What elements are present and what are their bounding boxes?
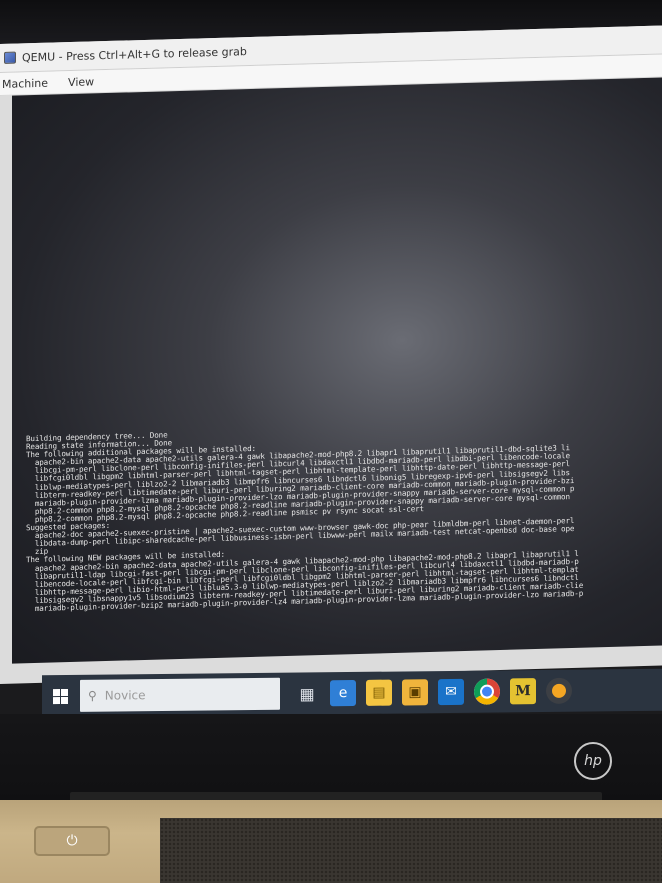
power-icon: ⏻	[66, 833, 78, 849]
file-explorer-icon[interactable]: ▤	[366, 679, 392, 706]
chrome-icon[interactable]	[474, 678, 500, 705]
hp-logo-icon: hp	[574, 742, 612, 780]
edge-icon[interactable]: e	[330, 679, 356, 707]
window-title: QEMU - Press Ctrl+Alt+G to release grab	[22, 44, 247, 64]
task-view-icon[interactable]: ▦	[294, 680, 320, 706]
start-button[interactable]	[42, 675, 78, 717]
search-placeholder: Novice	[104, 688, 146, 703]
qemu-window: QEMU - Press Ctrl+Alt+G to release grab …	[0, 25, 662, 684]
m-app-icon[interactable]: M	[510, 678, 536, 705]
speaker-grille-pattern	[160, 818, 662, 883]
windows-icon	[52, 688, 68, 704]
laptop-bezel-bottom	[0, 714, 662, 804]
terminal-output: Building dependency tree... Done Reading …	[26, 418, 662, 614]
menu-machine[interactable]: Machine	[0, 76, 50, 90]
vm-display[interactable]: Building dependency tree... Done Reading …	[12, 77, 662, 664]
menu-view[interactable]: View	[66, 75, 96, 89]
store-icon[interactable]: ▣	[402, 679, 428, 706]
windows-taskbar: ⚲ Novice ▦ e ▤ ▣ ✉ M	[42, 668, 662, 718]
taskbar-pinned-apps: ▦ e ▤ ▣ ✉ M	[294, 677, 572, 707]
qemu-app-icon	[4, 51, 16, 64]
taskbar-search-box[interactable]: ⚲ Novice	[80, 677, 280, 712]
app-icon[interactable]	[546, 677, 572, 704]
outlook-icon[interactable]: ✉	[438, 678, 464, 706]
search-icon: ⚲	[88, 688, 97, 703]
power-button[interactable]: ⏻	[34, 826, 110, 856]
